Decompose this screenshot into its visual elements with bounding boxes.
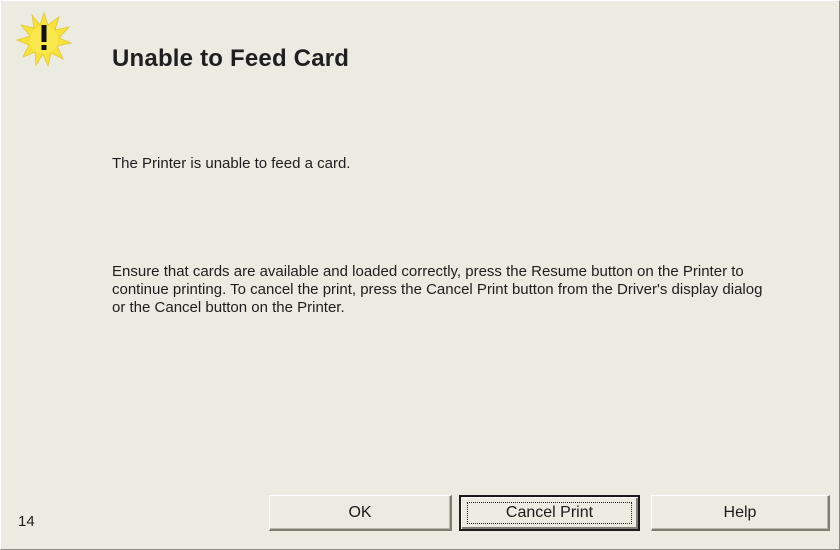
error-dialog: Unable to Feed Card The Printer is unabl…	[0, 0, 840, 550]
help-button[interactable]: Help	[651, 495, 830, 531]
error-code: 14	[18, 513, 35, 530]
dialog-title: Unable to Feed Card	[112, 45, 350, 72]
ok-button-label: OK	[348, 503, 372, 521]
primary-message: The Printer is unable to feed a card.	[112, 155, 351, 172]
help-button-label: Help	[723, 503, 757, 521]
ok-button[interactable]: OK	[269, 495, 452, 531]
focus-rectangle	[467, 502, 632, 524]
cancel-print-button[interactable]: Cancel Print	[459, 495, 640, 531]
warning-icon	[15, 11, 73, 68]
detail-message: Ensure that cards are available and load…	[112, 263, 763, 316]
